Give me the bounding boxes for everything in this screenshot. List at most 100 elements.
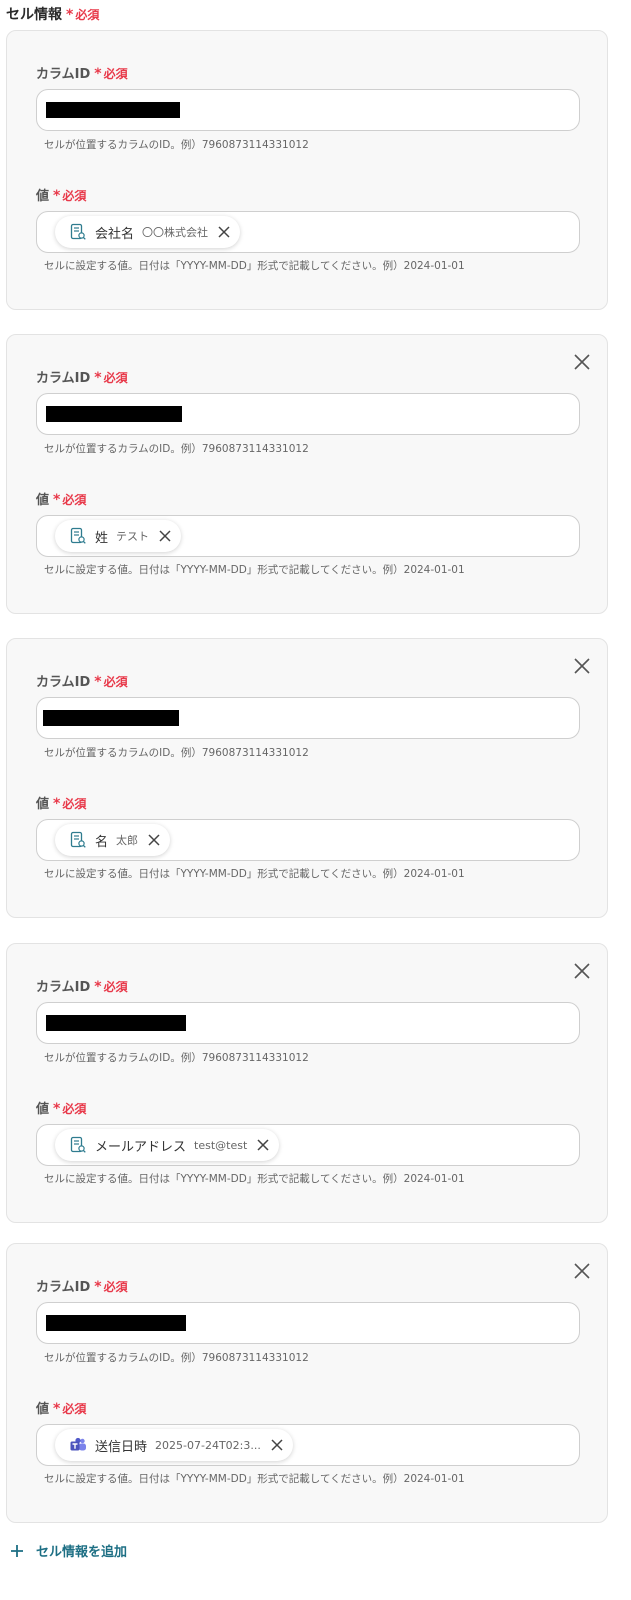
column-id-hint: セルが位置するカラムのID。例）7960873114331012 [44,139,309,151]
column-id-label-text: カラムID [36,675,91,690]
value-input[interactable]: メールアドレス test@test [36,1124,580,1166]
column-id-label: カラムID * 必須 [36,63,128,82]
value-input[interactable]: 送信日時 2025-07-24T02:3... [36,1424,580,1466]
required-text: 必須 [62,1402,87,1416]
chip-value: 太郎 [116,834,139,847]
form-output-icon [70,831,86,848]
variable-chip[interactable]: 会社名 〇〇株式会社 [55,216,241,248]
column-id-hint: セルが位置するカラムのID。例）7960873114331012 [44,1352,309,1364]
column-id-label: カラムID * 必須 [36,1276,128,1295]
column-id-label: カラムID * 必須 [36,671,128,690]
close-icon[interactable] [573,1262,591,1280]
value-hint: セルに設定する値。日付は「YYYY-MM-DD」形式で記載してください。例）20… [44,1173,465,1185]
required-text: 必須 [103,675,128,689]
cell-card-1: カラムID * 必須 セルが位置するカラムのID。例）796087311433101… [6,30,608,310]
variable-chip[interactable]: 名 太郎 [55,824,171,856]
required-text: 必須 [62,1102,87,1116]
column-id-input[interactable] [36,1002,580,1044]
chip-value: テスト [116,530,150,543]
required-text: 必須 [103,67,128,81]
section-title: セル情報 * 必須 [6,4,99,24]
column-id-input[interactable] [36,1302,580,1344]
required-asterisk: * [53,188,61,204]
chip-value: 2025-07-24T02:3... [155,1438,261,1452]
redacted-value [43,710,179,726]
value-label-text: 値 [36,1402,50,1417]
value-input[interactable]: 会社名 〇〇株式会社 [36,211,580,253]
required-asterisk: * [94,1279,102,1295]
value-input[interactable]: 名 太郎 [36,819,580,861]
required-asterisk: * [94,66,102,82]
required-text: 必須 [62,493,87,507]
column-id-label-text: カラムID [36,1280,91,1295]
chip-name: 名 [95,834,109,850]
cell-card-3: カラムID * 必須 セルが位置するカラムのID。例）796087311433101… [6,638,608,918]
column-id-hint: セルが位置するカラムのID。例）7960873114331012 [44,1052,309,1064]
cell-card-4: カラムID * 必須 セルが位置するカラムのID。例）796087311433101… [6,943,608,1223]
column-id-input[interactable] [36,393,580,435]
remove-chip-icon[interactable] [148,834,160,846]
redacted-value [46,1015,186,1031]
required-text: 必須 [103,371,128,385]
chip-name: メールアドレス [95,1139,187,1155]
remove-chip-icon[interactable] [218,226,230,238]
column-id-label-text: カラムID [36,371,91,386]
required-asterisk: * [94,370,102,386]
form-output-icon [70,223,86,240]
required-asterisk: * [53,1401,61,1417]
value-label-text: 値 [36,1102,50,1117]
value-label-text: 値 [36,797,50,812]
column-id-label-text: カラムID [36,67,91,82]
value-label-text: 値 [36,189,50,204]
chip-name: 姓 [95,530,109,546]
required-asterisk: * [53,1101,61,1117]
value-hint: セルに設定する値。日付は「YYYY-MM-DD」形式で記載してください。例）20… [44,564,465,576]
column-id-label-text: カラムID [36,980,91,995]
value-label: 値 * 必須 [36,185,86,204]
column-id-input[interactable] [36,697,580,739]
remove-chip-icon[interactable] [257,1139,269,1151]
redacted-value [46,1315,186,1331]
required-asterisk: * [66,7,74,23]
chip-name: 送信日時 [95,1439,148,1455]
form-output-icon [70,527,86,544]
close-icon[interactable] [573,962,591,980]
section-title-text: セル情報 [6,7,62,23]
required-text: 必須 [103,1280,128,1294]
required-text: 必須 [62,189,87,203]
required-text: 必須 [62,797,87,811]
column-id-input[interactable] [36,89,580,131]
teams-icon [70,1437,86,1451]
close-icon[interactable] [573,353,591,371]
column-id-label: カラムID * 必須 [36,976,128,995]
close-icon[interactable] [573,657,591,675]
value-hint: セルに設定する値。日付は「YYYY-MM-DD」形式で記載してください。例）20… [44,260,465,272]
value-hint: セルに設定する値。日付は「YYYY-MM-DD」形式で記載してください。例）20… [44,868,465,880]
value-label: 値 * 必須 [36,793,86,812]
remove-chip-icon[interactable] [271,1439,283,1451]
redacted-value [46,406,182,422]
add-cell-info-label: セル情報を追加 [36,1545,128,1560]
required-text: 必須 [75,8,100,22]
cell-card-5: カラムID * 必須 セルが位置するカラムのID。例）796087311433101… [6,1243,608,1523]
required-asterisk: * [94,674,102,690]
cell-card-2: カラムID * 必須 セルが位置するカラムのID。例）796087311433101… [6,334,608,614]
variable-chip[interactable]: 送信日時 2025-07-24T02:3... [55,1429,293,1461]
column-id-hint: セルが位置するカラムのID。例）7960873114331012 [44,747,309,759]
required-asterisk: * [53,796,61,812]
variable-chip[interactable]: メールアドレス test@test [55,1129,280,1161]
chip-name: 会社名 [95,226,135,242]
value-label: 値 * 必須 [36,1398,86,1417]
column-id-hint: セルが位置するカラムのID。例）7960873114331012 [44,443,309,455]
plus-icon [11,1544,23,1557]
required-asterisk: * [94,979,102,995]
value-label-text: 値 [36,493,50,508]
value-input[interactable]: 姓 テスト [36,515,580,557]
variable-chip[interactable]: 姓 テスト [55,520,182,552]
remove-chip-icon[interactable] [159,530,171,542]
required-asterisk: * [53,492,61,508]
column-id-label: カラムID * 必須 [36,367,128,386]
add-cell-info-button[interactable]: セル情報を追加 [10,1541,127,1560]
value-label: 値 * 必須 [36,1098,86,1117]
chip-value: 〇〇株式会社 [142,226,209,239]
